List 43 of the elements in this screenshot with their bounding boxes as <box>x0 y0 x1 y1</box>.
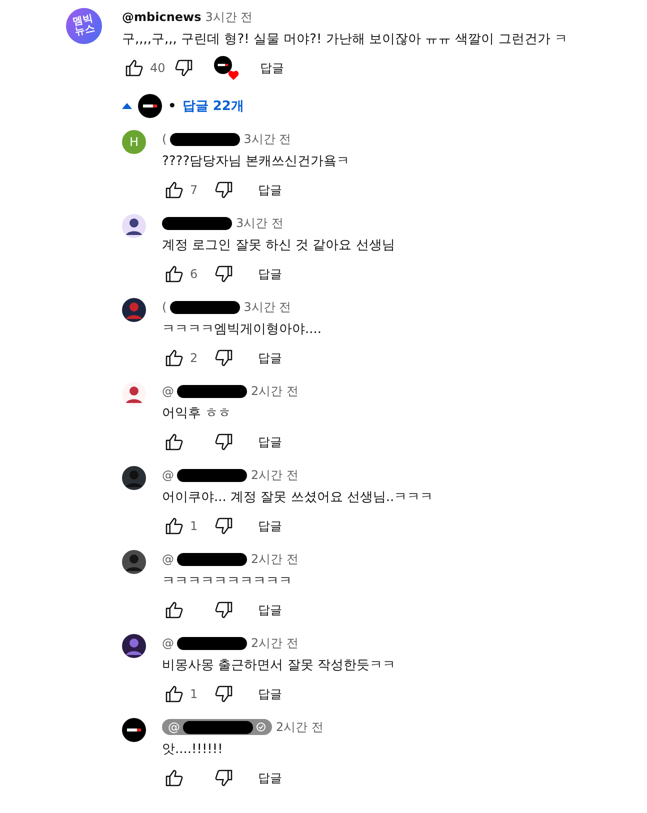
channel-logo-icon <box>138 94 162 118</box>
reply-time: 3시간 전 <box>236 214 284 232</box>
comment-author[interactable]: @mbicnews <box>122 10 202 24</box>
reply-text: 계정 로그인 잘못 하신 것 같아요 선생님 <box>162 237 395 254</box>
user-avatar: H <box>122 130 146 154</box>
replies-count: 답글 22개 <box>182 98 244 115</box>
reply-time: 3시간 전 <box>244 298 292 316</box>
reply-button[interactable]: 답글 <box>250 766 290 790</box>
reply-text: 비몽사몽 출근하면서 잘못 작성한듯ㅋㅋ <box>162 657 396 674</box>
replies-toggle[interactable]: • 답글 22개 <box>122 90 244 122</box>
comment-time: 3시간 전 <box>205 8 253 26</box>
reply-button[interactable]: 답글 <box>250 262 290 286</box>
channel-logo-icon <box>214 56 232 74</box>
reply-time: 2시간 전 <box>251 634 298 652</box>
reply-button[interactable]: 답글 <box>250 598 290 622</box>
like-count: 2 <box>189 351 199 365</box>
channel-logo-icon <box>122 718 146 742</box>
caret-icon <box>122 103 132 109</box>
reply-button[interactable]: 답글 <box>250 430 290 454</box>
reply-text: 어이쿠야... 계정 잘못 쓰셨어요 선생님..ㅋㅋㅋ <box>162 489 434 506</box>
reply-text: 어익후 ㅎㅎ <box>162 405 232 422</box>
reply-time: 3시간 전 <box>244 130 292 148</box>
like-count: 40 <box>149 61 166 75</box>
reply-button[interactable]: 답글 <box>250 178 290 202</box>
reply-button[interactable]: 답글 <box>250 346 290 370</box>
user-handle[interactable] <box>162 216 232 230</box>
like-count: 7 <box>189 183 199 197</box>
comment-text: 구,,,,구,,, 구린데 형?! 실물 머야?! 가난해 보이잖아 ㅠㅠ 색깔이 그런건가 ㅋ <box>122 31 568 48</box>
reply-text: 앗....!!!!!! <box>162 741 224 758</box>
reply-time: 2시간 전 <box>251 550 298 568</box>
reply-button[interactable]: 답글 <box>250 682 290 706</box>
like-count: 6 <box>189 267 199 281</box>
reply-time: 2시간 전 <box>276 718 324 736</box>
reply-button[interactable]: 답글 <box>252 56 292 80</box>
reply-time: 2시간 전 <box>251 466 298 484</box>
separator-dot: • <box>168 98 176 114</box>
like-count: 1 <box>189 687 199 701</box>
reply-text: ㅋㅋㅋㅋ엠빅게이형아야.... <box>162 321 322 338</box>
like-count: 1 <box>189 519 199 533</box>
reply-time: 2시간 전 <box>251 382 298 400</box>
reply-text: ㅋㅋㅋㅋㅋㅋㅋㅋㅋㅋ <box>162 573 293 590</box>
reply-button[interactable]: 답글 <box>250 514 290 538</box>
reply-text: ????담당자님 본캐쓰신건가욬ㅋ <box>162 153 350 170</box>
